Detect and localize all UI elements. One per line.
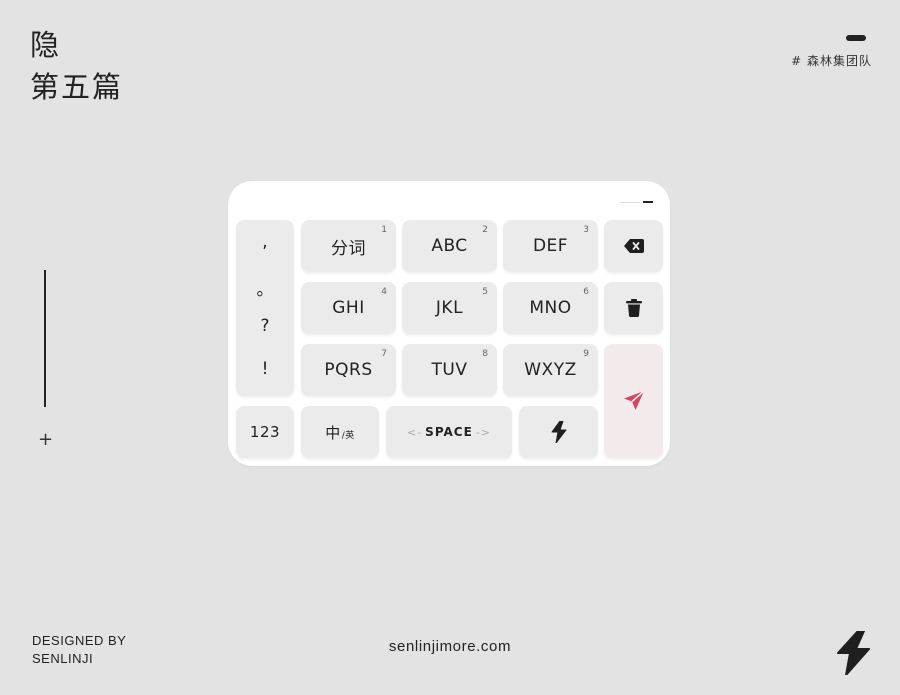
trash-icon (625, 299, 642, 317)
backspace-icon (623, 239, 644, 253)
panel-divider (620, 202, 641, 203)
key-number: 6 (583, 287, 589, 297)
key-number: 5 (482, 287, 488, 297)
key-label: PQRS (324, 360, 373, 380)
space-right-arrow: -> (475, 425, 491, 439)
key-abc[interactable]: ABC 2 (402, 220, 497, 272)
punctuation-column: , 。 ? ! (236, 220, 294, 396)
lang-main-label: 中 (325, 423, 341, 442)
space-key[interactable]: <- SPACE -> (386, 406, 512, 458)
punct-comma-key[interactable]: , (236, 232, 294, 252)
key-mno[interactable]: MNO 6 (503, 282, 598, 334)
key-tuv[interactable]: TUV 8 (402, 344, 497, 396)
delete-key[interactable] (604, 282, 663, 334)
key-number: 9 (583, 349, 589, 359)
key-number: 8 (482, 349, 488, 359)
vertical-line-decoration (44, 270, 46, 407)
numbers-key[interactable]: 123 (236, 406, 294, 458)
website-link[interactable]: senlinjimore.com (0, 638, 900, 655)
key-label: ABC (431, 236, 468, 256)
key-jkl[interactable]: JKL 5 (402, 282, 497, 334)
key-def[interactable]: DEF 3 (503, 220, 598, 272)
key-label: JKL (435, 298, 464, 318)
space-label: SPACE (425, 425, 473, 439)
lightning-icon (551, 421, 566, 443)
key-label: 123 (249, 423, 281, 441)
backspace-key[interactable] (604, 220, 663, 272)
punct-period-key[interactable]: 。 (236, 275, 294, 300)
lightning-logo-icon (837, 631, 870, 675)
key-number: 1 (381, 225, 387, 235)
send-icon (623, 390, 645, 410)
punct-exclaim-key[interactable]: ! (236, 359, 294, 379)
key-number: 2 (482, 225, 488, 235)
top-dash-decoration (846, 35, 866, 41)
brand-tag: # 森林集团队 (791, 54, 872, 68)
key-fenci[interactable]: 分词 1 (301, 220, 396, 272)
key-label: DEF (532, 236, 569, 256)
send-button[interactable] (604, 344, 663, 458)
key-ghi[interactable]: GHI 4 (301, 282, 396, 334)
page-title: 隐 第五篇 (30, 24, 123, 108)
lang-sub-label: /英 (341, 431, 355, 441)
punct-question-key[interactable]: ? (236, 316, 294, 336)
key-pqrs[interactable]: PQRS 7 (301, 344, 396, 396)
key-label: WXYZ (524, 360, 577, 380)
key-number: 4 (381, 287, 387, 297)
key-label: 分词 (331, 238, 366, 259)
key-label: GHI (332, 298, 365, 318)
plus-icon: + (38, 429, 54, 450)
key-number: 7 (381, 349, 387, 359)
title-line-1: 隐 (30, 28, 62, 62)
key-number: 3 (583, 225, 589, 235)
key-label: TUV (431, 360, 468, 380)
panel-dash-decoration (643, 201, 653, 203)
key-label: MNO (529, 298, 572, 318)
space-left-arrow: <- (406, 425, 423, 439)
lightning-key[interactable] (519, 406, 598, 458)
key-wxyz[interactable]: WXYZ 9 (503, 344, 598, 396)
title-line-2: 第五篇 (30, 70, 124, 104)
language-toggle-key[interactable]: 中 /英 (301, 406, 379, 458)
